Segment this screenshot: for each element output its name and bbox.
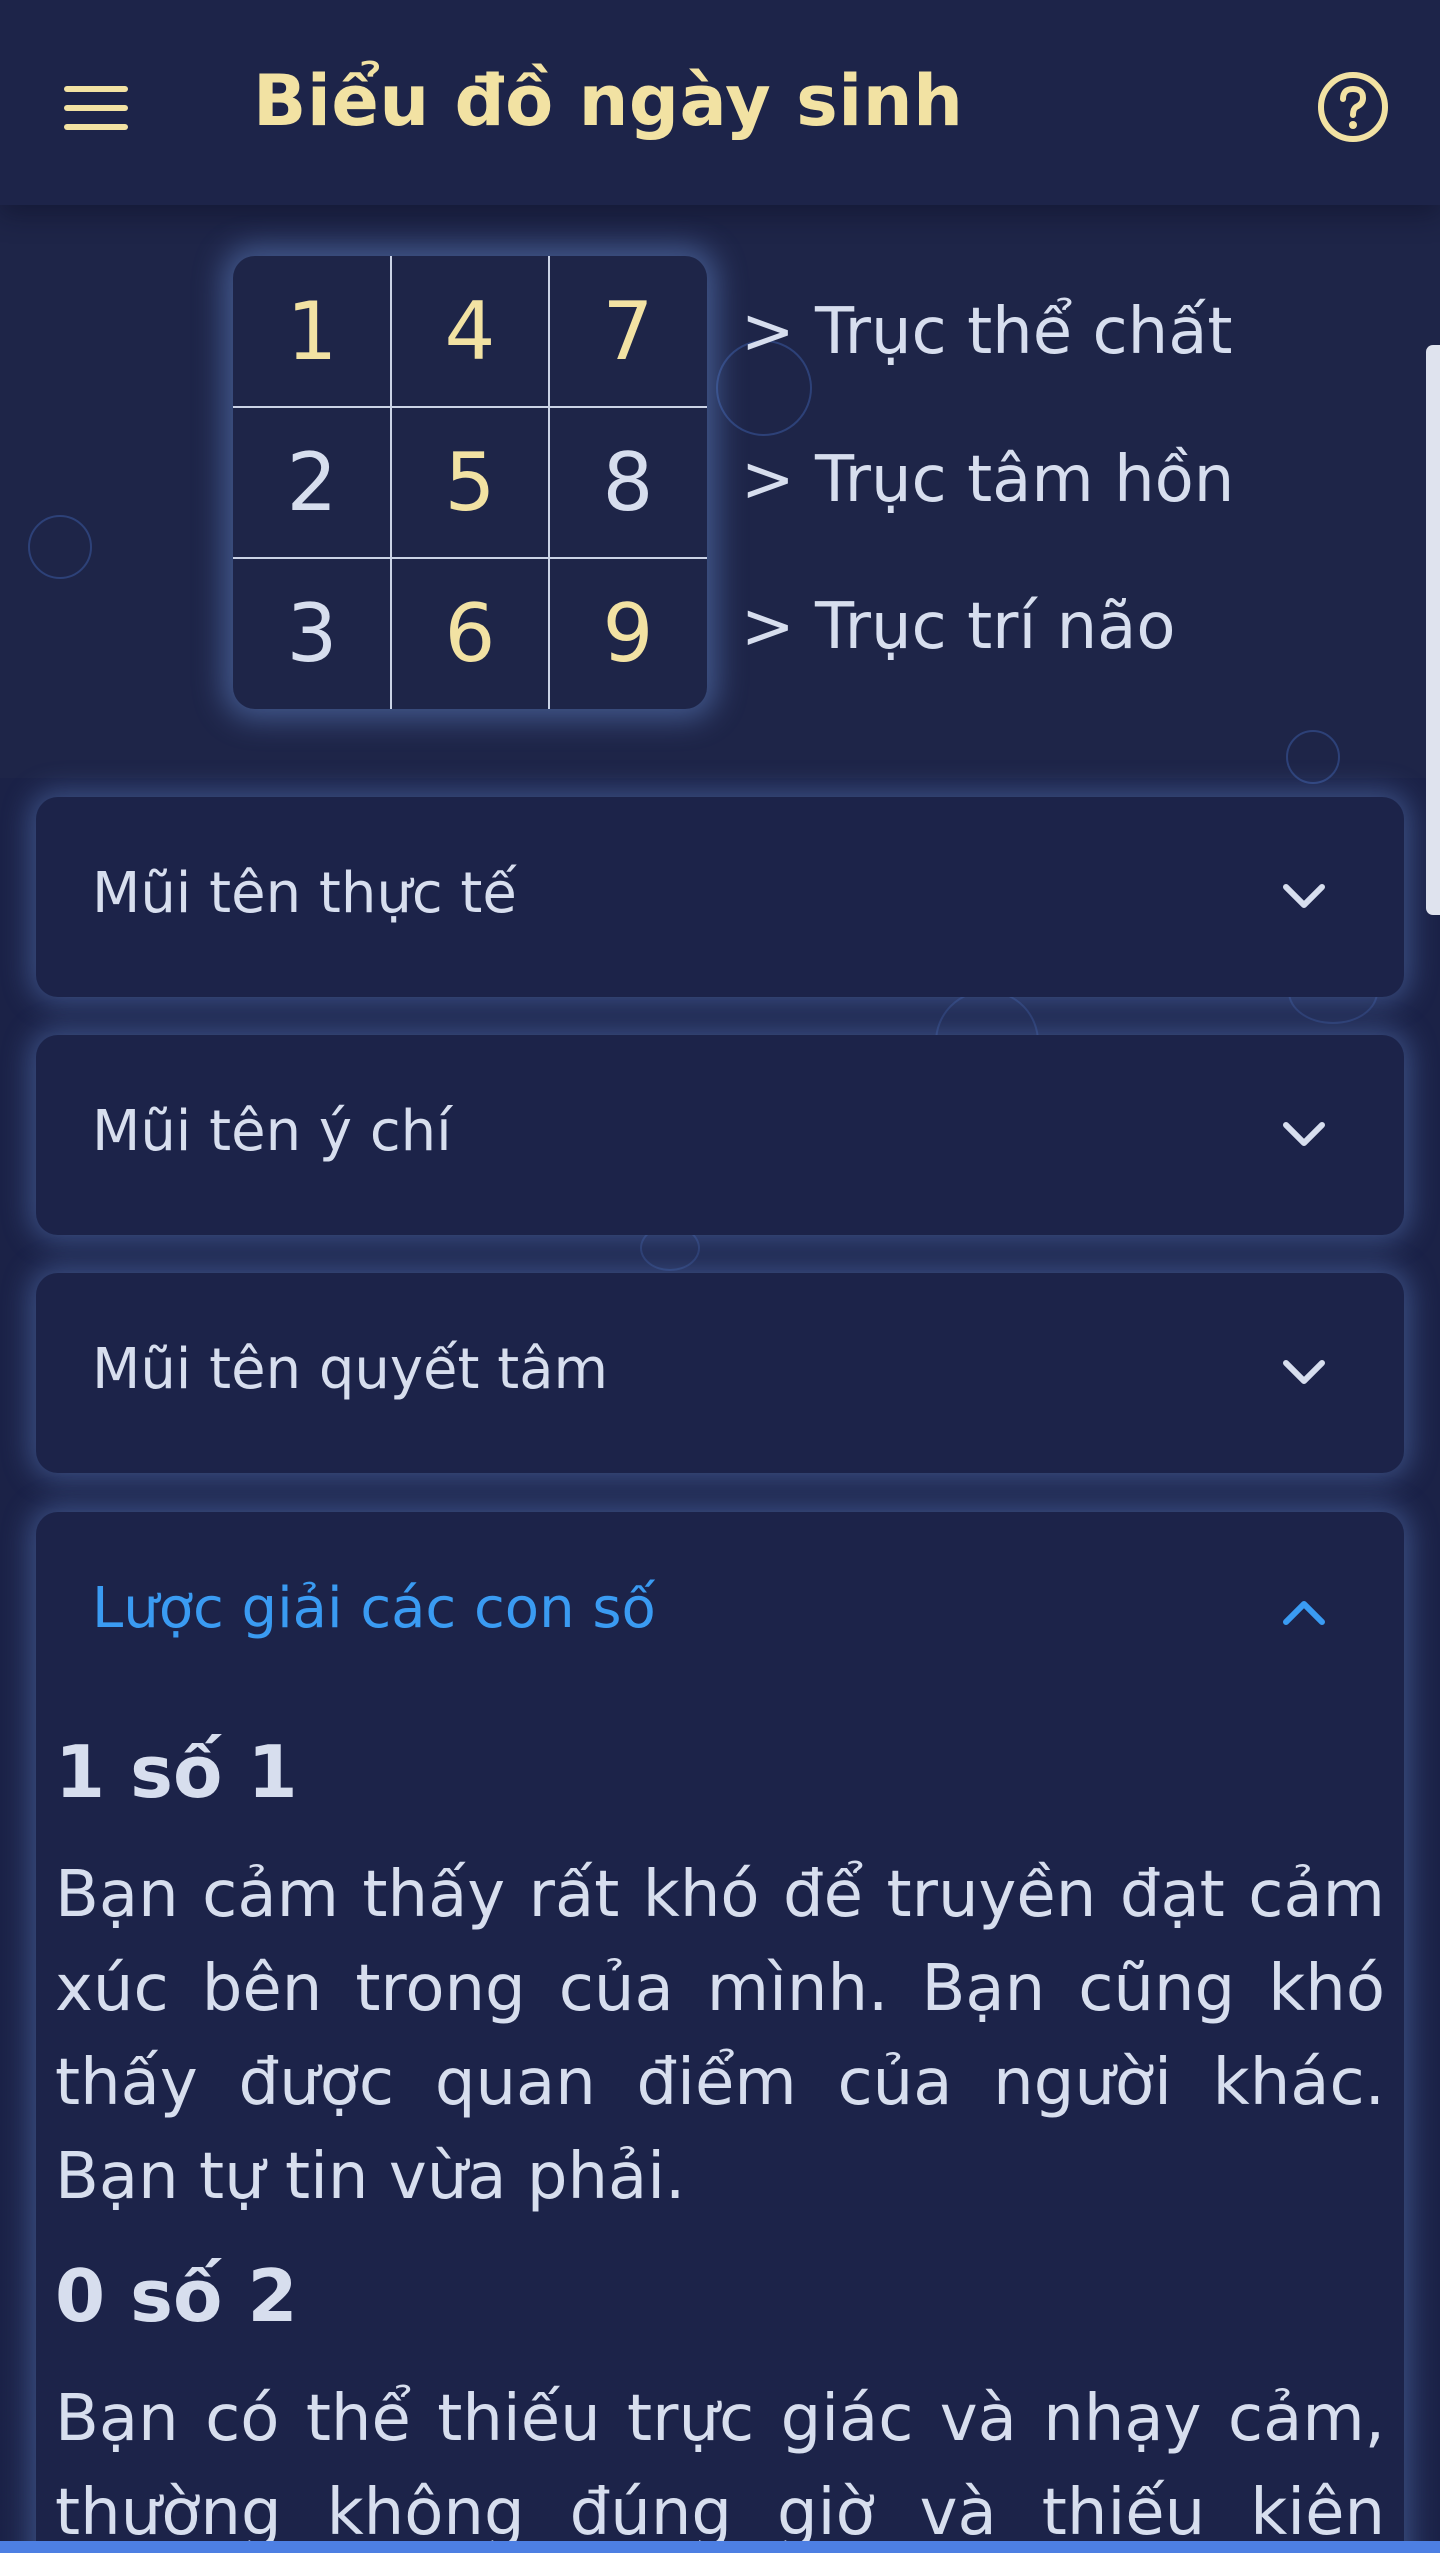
accordion-header[interactable]: Mũi tên thực tế — [36, 797, 1404, 997]
grid-divider — [548, 256, 550, 709]
grid-cell-1: 1 — [286, 285, 338, 378]
grid-cell-4: 4 — [444, 285, 496, 378]
accordion-title: Mũi tên thực tế — [92, 861, 517, 926]
grid-cell-3: 3 — [286, 587, 338, 680]
scrollbar-thumb[interactable] — [1426, 345, 1440, 915]
grid-cell-7: 7 — [602, 285, 654, 378]
accordion-title: Mũi tên quyết tâm — [92, 1337, 609, 1402]
axis-label-mind: > Trục trí não — [741, 590, 1176, 664]
accordion-practical-arrow[interactable]: Mũi tên thực tế — [36, 797, 1404, 997]
grid-divider — [390, 256, 392, 709]
accordion-determination-arrow[interactable]: Mũi tên quyết tâm — [36, 1273, 1404, 1473]
decorative-bubble — [1286, 730, 1340, 784]
grid-cell-2: 2 — [286, 436, 338, 529]
grid-divider — [233, 406, 707, 408]
grid-cell-5: 5 — [444, 436, 496, 529]
chevron-down-icon[interactable] — [1276, 1351, 1332, 1395]
interpretation-heading: 1 số 1 — [55, 1730, 298, 1814]
accordion-header[interactable]: Lược giải các con số — [36, 1512, 1404, 1712]
grid-cell-8: 8 — [602, 436, 654, 529]
accordion-header[interactable]: Mũi tên ý chí — [36, 1035, 1404, 1235]
grid-cell-9: 9 — [602, 587, 654, 680]
accordion-title: Lược giải các con số — [92, 1576, 656, 1641]
interpretation-heading: 0 số 2 — [55, 2254, 298, 2338]
interpretation-text: Bạn cảm thấy rất khó để truyền đạt cảm x… — [55, 1858, 1385, 2214]
accordion-willpower-arrow[interactable]: Mũi tên ý chí — [36, 1035, 1404, 1235]
hamburger-menu-icon[interactable] — [64, 86, 132, 132]
axis-label-soul: > Trục tâm hồn — [741, 443, 1235, 517]
top-app-bar: Biểu đồ ngày sinh — [0, 0, 1440, 205]
chevron-down-icon[interactable] — [1276, 1113, 1332, 1157]
interpretation-text: Bạn có thể thiếu trực giác và nhạy cảm, … — [55, 2382, 1385, 2550]
grid-cell-6: 6 — [444, 587, 496, 680]
axis-label-physical: > Trục thể chất — [741, 295, 1233, 369]
bottom-edge-bar — [0, 2541, 1440, 2553]
interpretation-content: 1 số 1 Bạn cảm thấy rất khó để truyền đạ… — [19, 1730, 1385, 2553]
grid-divider — [233, 557, 707, 559]
question-circle-icon[interactable] — [1316, 70, 1390, 144]
accordion-title: Mũi tên ý chí — [92, 1099, 452, 1164]
birth-chart-grid: 1 4 7 2 5 8 3 6 9 — [233, 256, 707, 709]
chevron-down-icon[interactable] — [1276, 875, 1332, 919]
decorative-bubble — [28, 515, 92, 579]
accordion-header[interactable]: Mũi tên quyết tâm — [36, 1273, 1404, 1473]
birth-chart-page: Biểu đồ ngày sinh 1 4 7 2 5 8 3 6 9 > Tr… — [0, 0, 1440, 2553]
chevron-up-icon[interactable] — [1276, 1590, 1332, 1634]
page-title: Biểu đồ ngày sinh — [253, 60, 964, 142]
